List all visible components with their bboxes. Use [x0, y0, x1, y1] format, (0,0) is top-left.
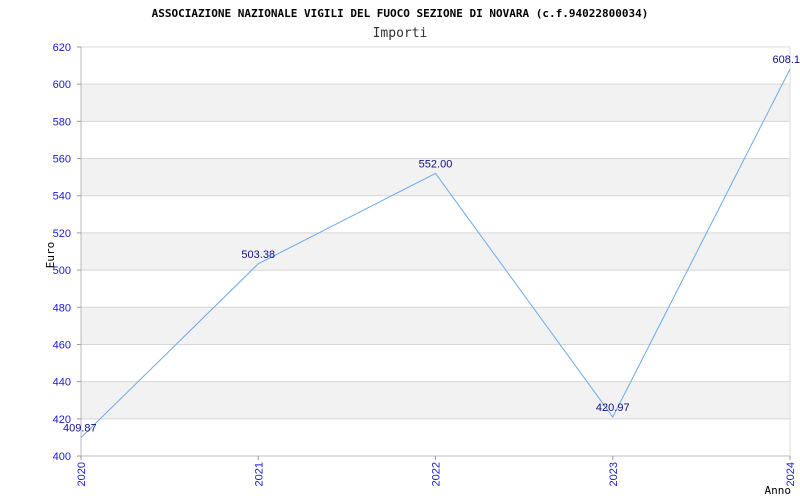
x-tick-label: 2024 [785, 462, 797, 486]
plot-band [81, 232, 790, 271]
x-tick-label: 2021 [253, 462, 265, 486]
y-tick-label: 600 [53, 79, 71, 91]
chart-subtitle: Importi [373, 26, 428, 41]
data-label: 420.97 [596, 402, 630, 414]
y-tick-label: 440 [53, 377, 71, 389]
y-tick-label: 400 [53, 451, 71, 463]
x-axis-ticks: 2020 2021 2022 2023 2024 [76, 456, 797, 486]
x-axis-label: Anno [765, 484, 792, 497]
y-tick-label: 620 [53, 42, 71, 54]
plot-band [81, 381, 790, 419]
y-tick-label: 580 [53, 116, 71, 128]
y-tick-label: 480 [53, 302, 71, 314]
x-tick-label: 2020 [76, 462, 88, 486]
line-chart: ASSOCIAZIONE NAZIONALE VIGILI DEL FUOCO … [44, 7, 800, 497]
x-tick-label: 2023 [608, 462, 620, 486]
data-label: 552.00 [419, 158, 453, 170]
plot-background [81, 84, 790, 419]
plot-band [81, 307, 790, 345]
y-tick-label: 520 [53, 228, 71, 240]
y-tick-label: 460 [53, 339, 71, 351]
x-tick-label: 2022 [431, 462, 443, 486]
data-label: 608.1 [772, 54, 800, 66]
chart-title: ASSOCIAZIONE NAZIONALE VIGILI DEL FUOCO … [152, 7, 649, 20]
data-label: 409.87 [63, 423, 97, 435]
data-label: 503.38 [241, 249, 275, 261]
y-axis-label: Euro [44, 242, 57, 269]
plot-band [81, 84, 790, 122]
y-tick-label: 540 [53, 191, 71, 203]
y-tick-label: 560 [53, 154, 71, 166]
